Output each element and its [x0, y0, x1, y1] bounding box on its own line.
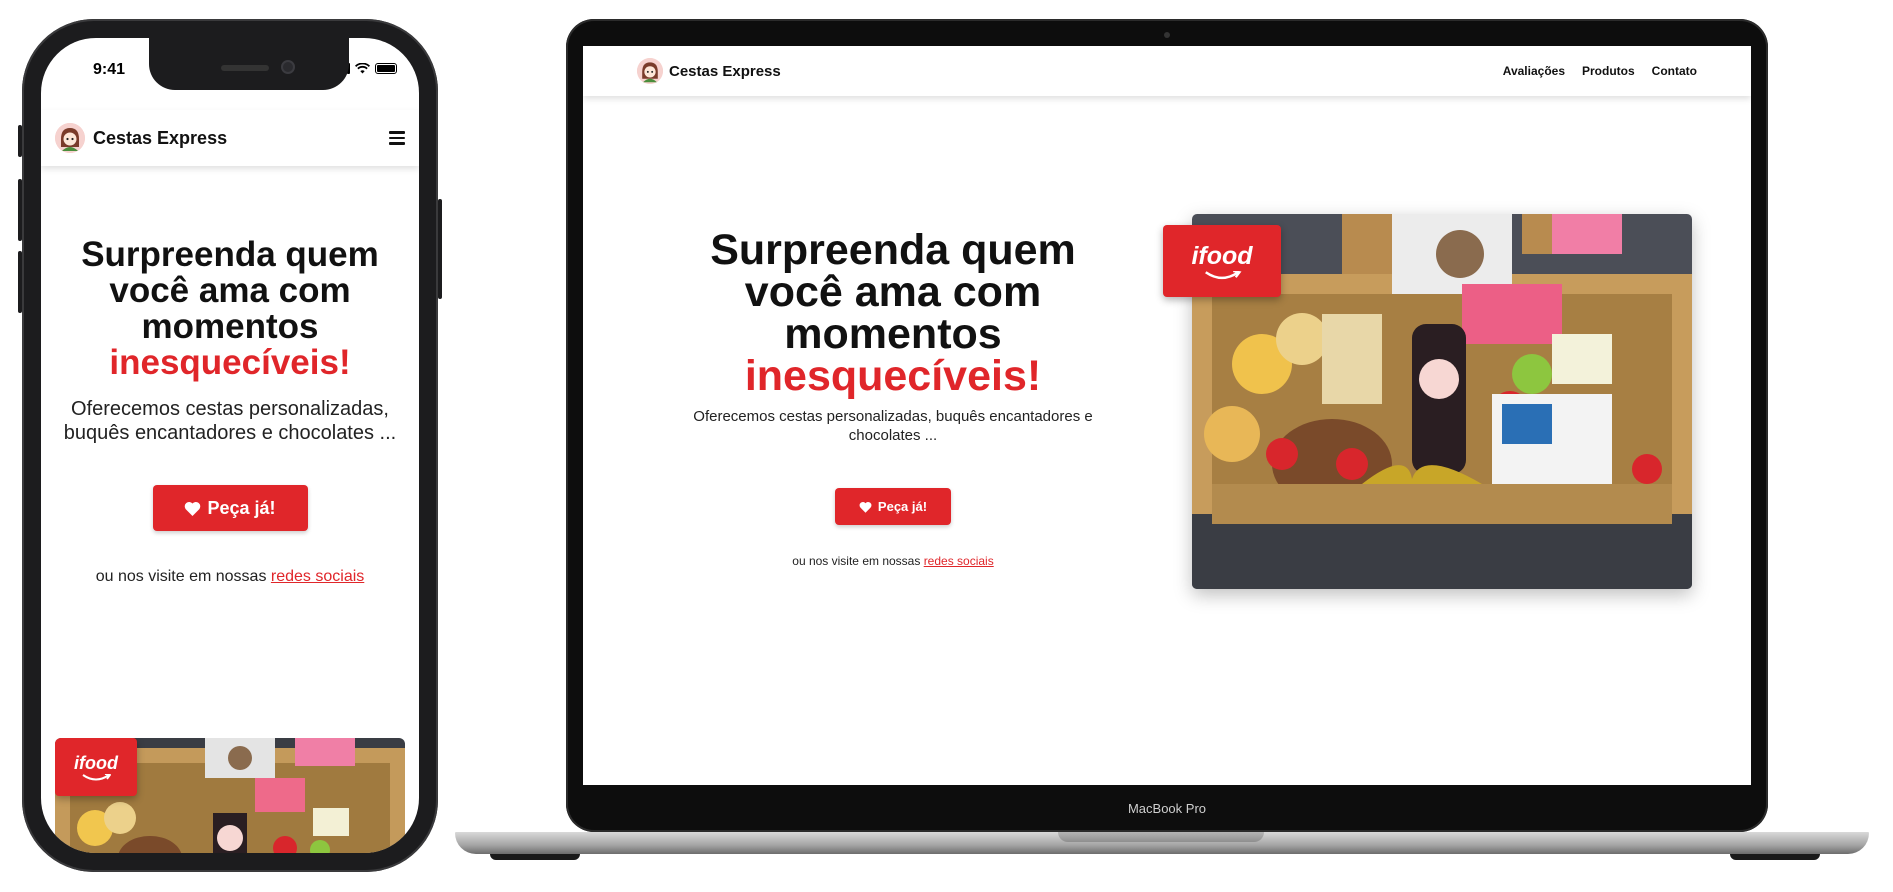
lid-opening-notch [1058, 832, 1264, 842]
mobile-navbar: Cestas Express [41, 110, 419, 166]
heart-icon [185, 501, 201, 516]
power-button [438, 199, 442, 299]
hero-title-line: você ama com [744, 268, 1042, 316]
social-link[interactable]: redes sociais [271, 568, 364, 585]
order-now-label: Peça já! [877, 499, 928, 514]
desktop-hero: Surpreenda quem você ama com momentos in… [665, 226, 1121, 569]
gift-basket-photo: ifood [55, 738, 405, 853]
logo-avatar-icon[interactable] [637, 58, 663, 84]
social-text: ou nos visite em nossas redes sociais [665, 554, 1121, 568]
hero-title: Surpreenda quem você ama com momentos in… [665, 226, 1121, 400]
hero-title-accent: inesquecíveis! [109, 343, 351, 382]
speaker-grill [221, 65, 269, 71]
device-label: MacBook Pro [1127, 801, 1207, 816]
battery-icon [375, 63, 397, 74]
hamburger-menu-icon[interactable] [389, 131, 405, 145]
hero-title: Surpreenda quem você ama com momentos in… [41, 237, 419, 381]
macbook-lid: Cestas Express Avaliações Produtos Conta… [566, 19, 1768, 832]
status-time: 9:41 [93, 61, 126, 78]
wifi-icon [355, 63, 370, 74]
hero-title-line: Surpreenda quem [81, 235, 379, 274]
brand-name[interactable]: Cestas Express [93, 128, 227, 149]
desktop-navbar: Cestas Express Avaliações Produtos Conta… [583, 46, 1751, 96]
ifood-logo[interactable]: ifood [55, 738, 137, 796]
desktop-nav: Avaliações Produtos Contato [1503, 64, 1697, 78]
nav-item-avaliacoes[interactable]: Avaliações [1503, 64, 1565, 78]
ifood-badge-text: ifood [1191, 241, 1253, 270]
order-now-label: Peça já! [207, 497, 276, 518]
social-prefix: ou nos visite em nossas [95, 568, 267, 585]
volume-down-button [18, 251, 22, 313]
hero-title-line: Surpreenda quem [710, 226, 1076, 274]
ifood-badge-text: ifood [74, 752, 118, 773]
volume-up-button [18, 179, 22, 241]
hero-subtitle: Oferecemos cestas personalizadas, buquês… [63, 398, 397, 444]
hero-title-line: momentos [784, 310, 1002, 358]
nav-item-produtos[interactable]: Produtos [1582, 64, 1635, 78]
logo-avatar-icon[interactable] [55, 123, 85, 153]
device-mockup-stage: 9:41 Cestas Express Surpreenda quem você… [0, 0, 1893, 892]
hero-title-line: momentos [141, 307, 319, 346]
social-text: ou nos visite em nossas redes sociais [41, 568, 419, 586]
order-now-button[interactable]: Peça já! [835, 488, 951, 525]
hero-subtitle: Oferecemos cestas personalizadas, buquês… [693, 408, 1093, 444]
social-link[interactable]: redes sociais [924, 554, 994, 568]
phone-notch [149, 38, 349, 90]
iphone-frame: 9:41 Cestas Express Surpreenda quem você… [18, 19, 442, 872]
phone-screen: 9:41 Cestas Express Surpreenda quem você… [41, 38, 419, 853]
laptop-screen: Cestas Express Avaliações Produtos Conta… [583, 46, 1751, 785]
front-camera [281, 60, 295, 74]
heart-icon [859, 501, 872, 513]
social-prefix: ou nos visite em nossas [792, 554, 921, 568]
hero-title-line: você ama com [109, 271, 351, 310]
hero-title-accent: inesquecíveis! [744, 352, 1042, 400]
brand-name[interactable]: Cestas Express [669, 63, 781, 80]
order-now-button[interactable]: Peça já! [152, 485, 308, 531]
ifood-logo[interactable]: ifood [1163, 225, 1281, 297]
webcam [1164, 32, 1170, 38]
mute-switch [18, 125, 22, 157]
macbook-foot [1730, 854, 1820, 860]
nav-item-contato[interactable]: Contato [1652, 64, 1697, 78]
macbook-foot [490, 854, 580, 860]
macbook-base [455, 832, 1869, 854]
mobile-hero: Surpreenda quem você ama com momentos in… [41, 166, 419, 586]
